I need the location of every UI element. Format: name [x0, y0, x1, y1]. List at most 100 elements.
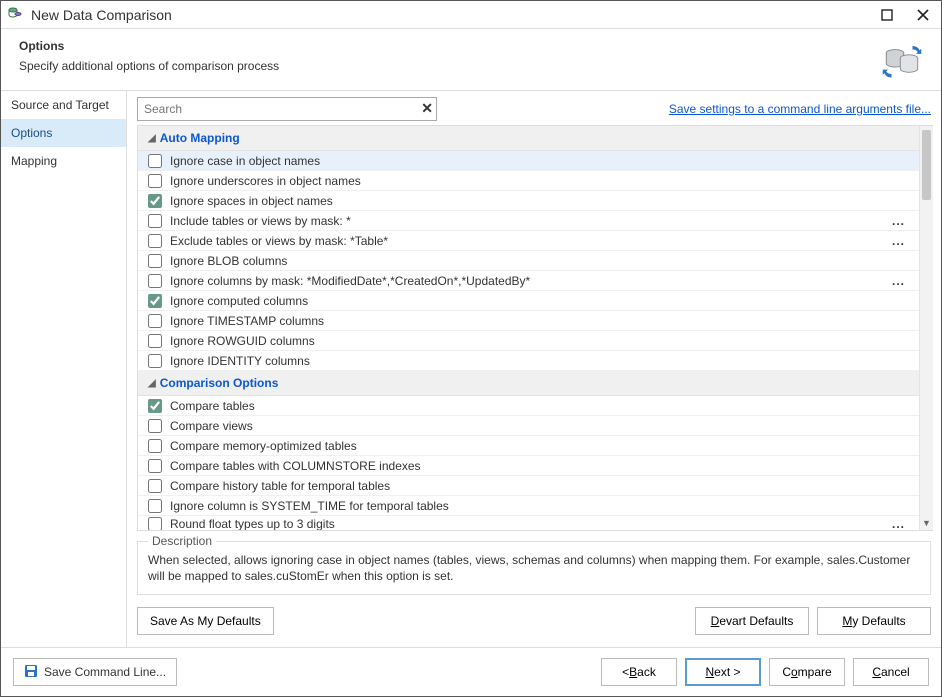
option-row[interactable]: Ignore columns by mask: *ModifiedDate*,*…	[138, 271, 919, 291]
compare-button[interactable]: Compare	[769, 658, 845, 686]
option-row[interactable]: Ignore column is SYSTEM_TIME for tempora…	[138, 496, 919, 516]
more-icon[interactable]: ...	[892, 214, 909, 228]
option-checkbox[interactable]	[148, 459, 162, 473]
search-box: ✕	[137, 97, 437, 121]
option-checkbox[interactable]	[148, 274, 162, 288]
option-checkbox[interactable]	[148, 234, 162, 248]
body: Source and Target Options Mapping ✕ Save…	[1, 90, 941, 647]
description-text: When selected, allows ignoring case in o…	[148, 552, 920, 584]
option-checkbox[interactable]	[148, 439, 162, 453]
option-label: Ignore BLOB columns	[170, 254, 909, 268]
scroll-thumb[interactable]	[922, 130, 931, 200]
more-icon[interactable]: ...	[892, 274, 909, 288]
scrollbar[interactable]: ▲ ▼	[919, 126, 933, 530]
option-checkbox[interactable]	[148, 154, 162, 168]
section-title: Auto Mapping	[160, 131, 240, 145]
save-settings-link[interactable]: Save settings to a command line argument…	[669, 102, 931, 116]
search-input[interactable]	[137, 97, 437, 121]
top-row: ✕ Save settings to a command line argume…	[127, 91, 941, 125]
option-checkbox[interactable]	[148, 399, 162, 413]
maximize-button[interactable]	[875, 4, 899, 26]
option-checkbox[interactable]	[148, 194, 162, 208]
collapse-icon: ◢	[148, 133, 156, 144]
option-label: Compare tables	[170, 399, 909, 413]
dialog-window: New Data Comparison Options Specify addi…	[0, 0, 942, 697]
save-command-line-button[interactable]: Save Command Line...	[13, 658, 177, 686]
option-row[interactable]: Ignore case in object names	[138, 151, 919, 171]
header-text: Options Specify additional options of co…	[19, 39, 279, 73]
option-checkbox[interactable]	[148, 517, 162, 531]
more-icon[interactable]: ...	[892, 234, 909, 248]
description-legend: Description	[148, 534, 216, 548]
option-checkbox[interactable]	[148, 174, 162, 188]
option-checkbox[interactable]	[148, 214, 162, 228]
option-row[interactable]: Ignore spaces in object names	[138, 191, 919, 211]
devart-defaults-button[interactable]: Devart Defaults	[695, 607, 809, 635]
option-checkbox[interactable]	[148, 354, 162, 368]
option-label: Ignore columns by mask: *ModifiedDate*,*…	[170, 274, 892, 288]
option-row[interactable]: Ignore IDENTITY columns	[138, 351, 919, 371]
options-list: ◢ Auto Mapping Ignore case in object names…	[137, 125, 933, 531]
option-label: Ignore computed columns	[170, 294, 909, 308]
option-row[interactable]: Ignore ROWGUID columns	[138, 331, 919, 351]
save-as-my-defaults-button[interactable]: Save As My Defaults	[137, 607, 274, 635]
window-title: New Data Comparison	[31, 7, 875, 23]
sidebar: Source and Target Options Mapping	[1, 91, 127, 647]
option-label: Ignore spaces in object names	[170, 194, 909, 208]
cancel-button[interactable]: Cancel	[853, 658, 929, 686]
option-label: Compare memory-optimized tables	[170, 439, 909, 453]
option-label: Ignore ROWGUID columns	[170, 334, 909, 348]
app-icon	[7, 5, 23, 24]
section-header[interactable]: ◢ Auto Mapping	[138, 126, 919, 151]
option-row[interactable]: Compare views	[138, 416, 919, 436]
option-label: Ignore TIMESTAMP columns	[170, 314, 909, 328]
option-checkbox[interactable]	[148, 254, 162, 268]
option-row[interactable]: Compare history table for temporal table…	[138, 476, 919, 496]
next-button[interactable]: Next >	[685, 658, 761, 686]
main-panel: ✕ Save settings to a command line argume…	[127, 91, 941, 647]
footer: Save Command Line... < Back Next > Compa…	[1, 647, 941, 696]
page-title: Options	[19, 39, 279, 53]
scroll-down-icon[interactable]: ▼	[920, 516, 933, 530]
defaults-row: Save As My Defaults Devart Defaults My D…	[127, 601, 941, 647]
option-label: Exclude tables or views by mask: *Table*	[170, 234, 892, 248]
page-subtitle: Specify additional options of comparison…	[19, 59, 279, 73]
option-checkbox[interactable]	[148, 419, 162, 433]
description-box: Description When selected, allows ignori…	[137, 541, 931, 595]
option-label: Ignore case in object names	[170, 154, 909, 168]
my-defaults-button[interactable]: My Defaults	[817, 607, 931, 635]
option-checkbox[interactable]	[148, 314, 162, 328]
option-row[interactable]: Ignore underscores in object names	[138, 171, 919, 191]
option-row[interactable]: Ignore computed columns	[138, 291, 919, 311]
option-label: Compare tables with COLUMNSTORE indexes	[170, 459, 909, 473]
option-checkbox[interactable]	[148, 479, 162, 493]
option-label: Ignore IDENTITY columns	[170, 354, 909, 368]
titlebar: New Data Comparison	[1, 1, 941, 29]
section-title: Comparison Options	[160, 376, 279, 390]
close-button[interactable]	[911, 4, 935, 26]
section-header[interactable]: ◢Comparison Options	[138, 371, 919, 396]
sidebar-item-mapping[interactable]: Mapping	[1, 147, 126, 175]
option-label: Round float types up to 3 digits	[170, 517, 892, 531]
option-checkbox[interactable]	[148, 294, 162, 308]
option-row[interactable]: Exclude tables or views by mask: *Table*…	[138, 231, 919, 251]
sidebar-item-options[interactable]: Options	[1, 119, 126, 147]
option-row[interactable]: Compare memory-optimized tables	[138, 436, 919, 456]
option-row[interactable]: Ignore BLOB columns	[138, 251, 919, 271]
back-button[interactable]: < Back	[601, 658, 677, 686]
save-icon	[24, 664, 38, 681]
option-checkbox[interactable]	[148, 499, 162, 513]
option-label: Ignore underscores in object names	[170, 174, 909, 188]
option-row[interactable]: Round float types up to 3 digits...	[138, 516, 919, 531]
window-controls	[875, 4, 935, 26]
option-row[interactable]: Compare tables with COLUMNSTORE indexes	[138, 456, 919, 476]
more-icon[interactable]: ...	[892, 517, 909, 531]
search-clear-icon[interactable]: ✕	[421, 100, 433, 117]
option-checkbox[interactable]	[148, 334, 162, 348]
option-row[interactable]: Compare tables	[138, 396, 919, 416]
option-label: Include tables or views by mask: *	[170, 214, 892, 228]
compare-header-icon	[881, 39, 923, 84]
option-row[interactable]: Ignore TIMESTAMP columns	[138, 311, 919, 331]
option-row[interactable]: Include tables or views by mask: *...	[138, 211, 919, 231]
sidebar-item-source-target[interactable]: Source and Target	[1, 91, 126, 119]
